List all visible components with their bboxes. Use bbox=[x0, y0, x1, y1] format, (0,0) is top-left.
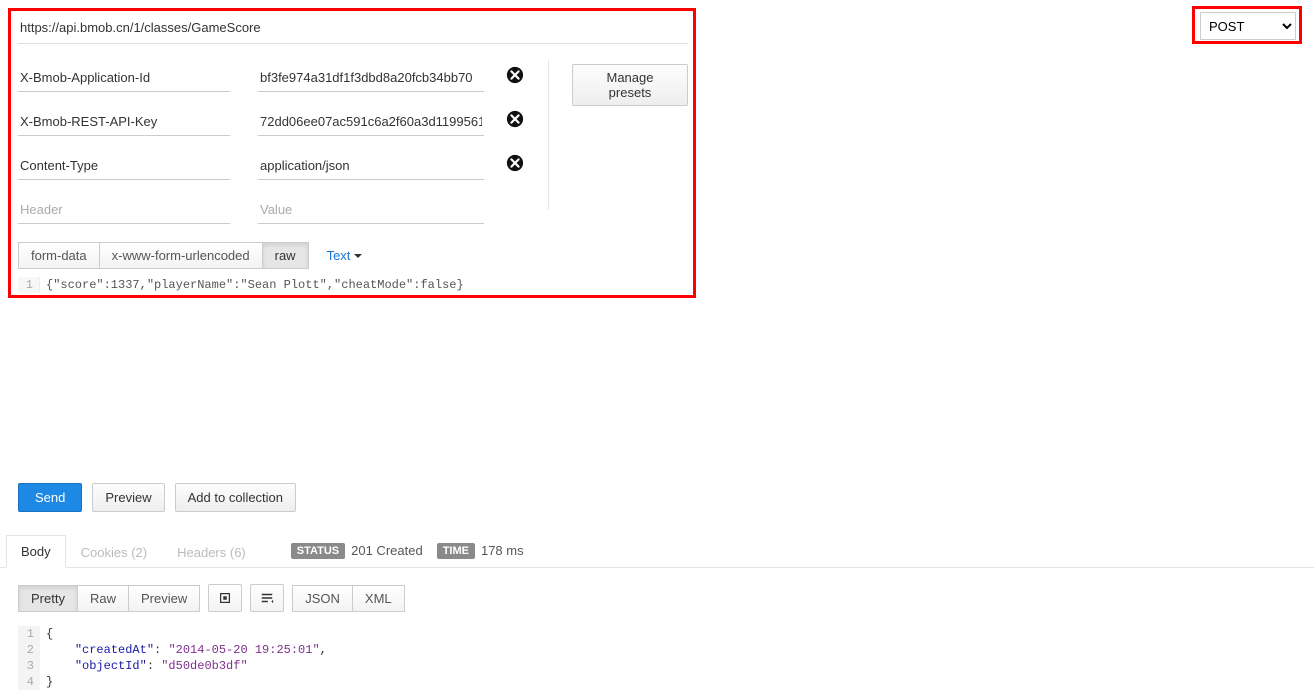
response-tab-body[interactable]: Body bbox=[6, 535, 66, 568]
header-value-input[interactable] bbox=[258, 198, 484, 224]
raw-format-dropdown[interactable]: Text bbox=[327, 248, 363, 263]
response-body-viewer: 1234 { "createdAt": "2014-05-20 19:25:01… bbox=[18, 626, 1296, 690]
header-value-input[interactable] bbox=[258, 66, 484, 92]
header-row-empty bbox=[18, 198, 524, 224]
remove-header-icon[interactable] bbox=[506, 154, 524, 172]
header-key-input[interactable] bbox=[18, 154, 230, 180]
response-gutter: 1234 bbox=[18, 626, 40, 690]
time-chip: TIME bbox=[437, 543, 475, 559]
preview-button[interactable]: Preview bbox=[92, 483, 164, 512]
caret-down-icon bbox=[354, 254, 362, 258]
header-row bbox=[18, 154, 524, 180]
copy-response-icon[interactable] bbox=[208, 584, 242, 612]
remove-header-icon[interactable] bbox=[506, 110, 524, 128]
http-method-select[interactable]: POST bbox=[1200, 12, 1296, 40]
response-tab-headers[interactable]: Headers (6) bbox=[162, 536, 261, 568]
header-key-input[interactable] bbox=[18, 66, 230, 92]
add-to-collection-button[interactable]: Add to collection bbox=[175, 483, 296, 512]
header-row bbox=[18, 110, 524, 136]
view-raw[interactable]: Raw bbox=[78, 585, 129, 612]
header-key-input[interactable] bbox=[18, 198, 230, 224]
status-chip: STATUS bbox=[291, 543, 345, 559]
header-row bbox=[18, 66, 524, 92]
raw-format-label: Text bbox=[327, 248, 351, 263]
header-value-input[interactable] bbox=[258, 154, 484, 180]
time-value: 178 ms bbox=[481, 543, 524, 558]
format-xml[interactable]: XML bbox=[353, 585, 405, 612]
request-url-input[interactable] bbox=[18, 16, 688, 44]
header-value-input[interactable] bbox=[258, 110, 484, 136]
body-type-tabs: form-data x-www-form-urlencoded raw bbox=[18, 242, 309, 269]
body-type-form-data[interactable]: form-data bbox=[18, 242, 100, 269]
line-gutter: 1 bbox=[18, 277, 40, 293]
remove-header-icon[interactable] bbox=[506, 66, 524, 84]
view-preview[interactable]: Preview bbox=[129, 585, 200, 612]
body-type-urlencoded[interactable]: x-www-form-urlencoded bbox=[100, 242, 263, 269]
response-tab-cookies[interactable]: Cookies (2) bbox=[66, 536, 162, 568]
request-body-editor[interactable]: 1 {"score":1337,"playerName":"Sean Plott… bbox=[18, 277, 1296, 293]
body-type-raw[interactable]: raw bbox=[263, 242, 309, 269]
request-body-line: {"score":1337,"playerName":"Sean Plott",… bbox=[40, 277, 464, 293]
send-button[interactable]: Send bbox=[18, 483, 82, 512]
header-key-input[interactable] bbox=[18, 110, 230, 136]
status-value: 201 Created bbox=[351, 543, 423, 558]
wrap-lines-icon[interactable] bbox=[250, 584, 284, 612]
manage-presets-button[interactable]: Manage presets bbox=[572, 64, 688, 106]
view-pretty[interactable]: Pretty bbox=[18, 585, 78, 612]
vertical-separator bbox=[548, 60, 549, 210]
format-json[interactable]: JSON bbox=[292, 585, 353, 612]
